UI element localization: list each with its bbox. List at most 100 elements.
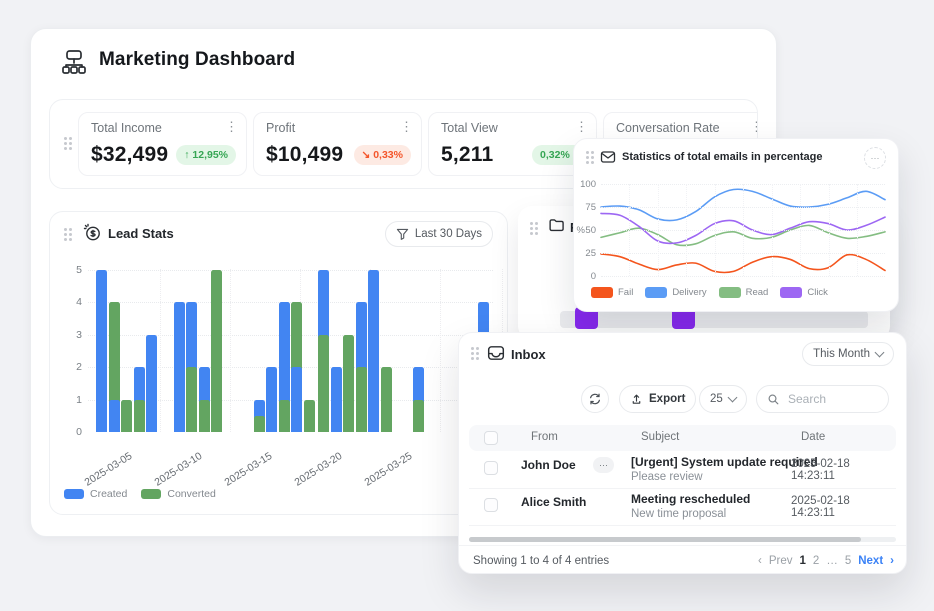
drag-handle-icon[interactable]	[471, 347, 474, 350]
legend-swatch	[64, 489, 84, 499]
inbox-panel: Inbox This Month Export 25	[458, 332, 907, 574]
period-dropdown[interactable]: This Month	[802, 342, 894, 366]
lead-bar-chart: 0123452025-03-052025-03-102025-03-152025…	[50, 212, 507, 514]
kebab-menu-icon[interactable]: ⋮	[750, 119, 758, 135]
stat-value: $32,499	[91, 143, 168, 167]
email-line-chart: 1007550250%	[574, 139, 898, 311]
x-tick: 2025-03-25	[342, 450, 415, 502]
mail-subject: [Urgent] System update required	[631, 455, 818, 469]
pagination-item[interactable]: Next	[858, 555, 883, 567]
legend-item: Created	[64, 488, 127, 500]
pagination-prev-icon[interactable]: ‹	[758, 555, 762, 567]
stat-card-total-income: Total Income ⋮ $32,499 ↑ 12,95%	[78, 112, 247, 176]
legend-label: Fail	[618, 287, 633, 298]
bar-track	[560, 311, 868, 328]
legend-item: Fail	[591, 287, 633, 298]
kebab-menu-icon[interactable]: ⋮	[400, 119, 413, 135]
bar-converted	[279, 400, 290, 433]
sitemap-icon	[59, 47, 89, 77]
gridline	[230, 269, 231, 432]
bar-created	[96, 270, 107, 433]
gridline	[440, 269, 441, 432]
stat-label: Total View	[441, 121, 498, 135]
pagination-item[interactable]: 2	[813, 555, 819, 567]
pagination-item[interactable]: …	[826, 555, 838, 567]
stat-label: Profit	[266, 121, 295, 135]
legend-item: Delivery	[645, 287, 706, 298]
bar-converted	[381, 367, 392, 432]
stat-label: Conversation Rate	[616, 121, 720, 135]
pagination-item[interactable]: 1	[800, 555, 806, 567]
stat-label: Total Income	[91, 121, 162, 135]
gridline	[629, 184, 630, 276]
legend-swatch	[591, 287, 613, 298]
chevron-down-icon	[875, 348, 885, 358]
mail-date: 2025-02-18 14:23:11	[791, 458, 896, 482]
gridline	[800, 184, 801, 276]
gridline	[715, 184, 716, 276]
page-size-value: 25	[710, 393, 723, 405]
horizontal-scrollbar	[469, 537, 896, 542]
row-checkbox[interactable]	[484, 498, 498, 512]
y-tick: 100	[576, 179, 596, 190]
bar-converted	[343, 335, 354, 433]
column-date: Date	[801, 431, 825, 443]
kebab-menu-icon[interactable]: ⋮	[575, 119, 588, 135]
y-tick: 0	[66, 426, 82, 438]
pagination-item[interactable]: 5	[845, 555, 851, 567]
export-label: Export	[649, 393, 685, 405]
export-icon	[630, 393, 643, 406]
column-from: From	[531, 431, 558, 443]
table-row: Alice SmithMeeting rescheduledNew time p…	[469, 488, 896, 526]
gridline	[857, 184, 858, 276]
refresh-icon	[588, 392, 602, 406]
drag-handle-icon[interactable]	[64, 137, 67, 140]
legend-item: Click	[780, 287, 828, 298]
legend-swatch	[780, 287, 802, 298]
search-input[interactable]	[786, 391, 880, 407]
y-tick: 0	[576, 271, 596, 282]
bar-converted	[318, 335, 329, 433]
page-size-dropdown[interactable]: 25	[699, 385, 747, 413]
bar-created	[174, 302, 185, 432]
gridline	[743, 184, 744, 276]
inbox-tray-icon	[487, 344, 505, 362]
refresh-button[interactable]	[581, 385, 609, 413]
mail-subject: Meeting rescheduled	[631, 492, 750, 506]
y-tick: 3	[66, 329, 82, 341]
search-icon	[767, 393, 780, 406]
gridline	[772, 184, 773, 276]
gridline	[658, 184, 659, 276]
export-button[interactable]: Export	[619, 385, 696, 413]
legend-item: Read	[719, 287, 769, 298]
select-all-checkbox[interactable]	[484, 431, 498, 445]
pagination-next-icon[interactable]: ›	[890, 555, 894, 567]
row-menu-button[interactable]: ···	[593, 457, 614, 473]
legend-label: Created	[90, 488, 127, 500]
mail-preview: New time proposal	[631, 508, 726, 520]
line-chart-svg	[574, 139, 898, 311]
bar-converted	[356, 367, 367, 432]
inbox-footer: Showing 1 to 4 of 4 entries ‹ Prev 12 … 5 Nex…	[459, 545, 906, 574]
x-tick: 2025-03-20	[272, 450, 345, 502]
folder-icon	[548, 217, 565, 234]
drag-handle-icon[interactable]	[530, 222, 533, 225]
entries-summary: Showing 1 to 4 of 4 entries	[473, 555, 609, 567]
pagination-item[interactable]: Prev	[769, 555, 793, 567]
mail-preview: Please review	[631, 471, 703, 483]
inbox-title: Inbox	[511, 347, 546, 362]
legend-item: Converted	[141, 488, 215, 500]
email-stats-panel: Statistics of total emails in percentage…	[573, 138, 899, 312]
stat-card-profit: Profit ⋮ $10,499 ↘ 0,33%	[253, 112, 422, 176]
bar-converted	[186, 367, 197, 432]
bar-converted	[134, 400, 145, 433]
mail-date: 2025-02-18 14:23:11	[791, 495, 896, 519]
bar-created	[109, 400, 120, 433]
bar-converted	[121, 400, 132, 433]
scrollbar-thumb[interactable]	[469, 537, 861, 542]
legend-swatch	[645, 287, 667, 298]
kebab-menu-icon[interactable]: ⋮	[225, 119, 238, 135]
row-checkbox[interactable]	[484, 461, 498, 475]
trend-badge: ↘ 0,33%	[354, 145, 412, 165]
y-tick: 4	[66, 296, 82, 308]
